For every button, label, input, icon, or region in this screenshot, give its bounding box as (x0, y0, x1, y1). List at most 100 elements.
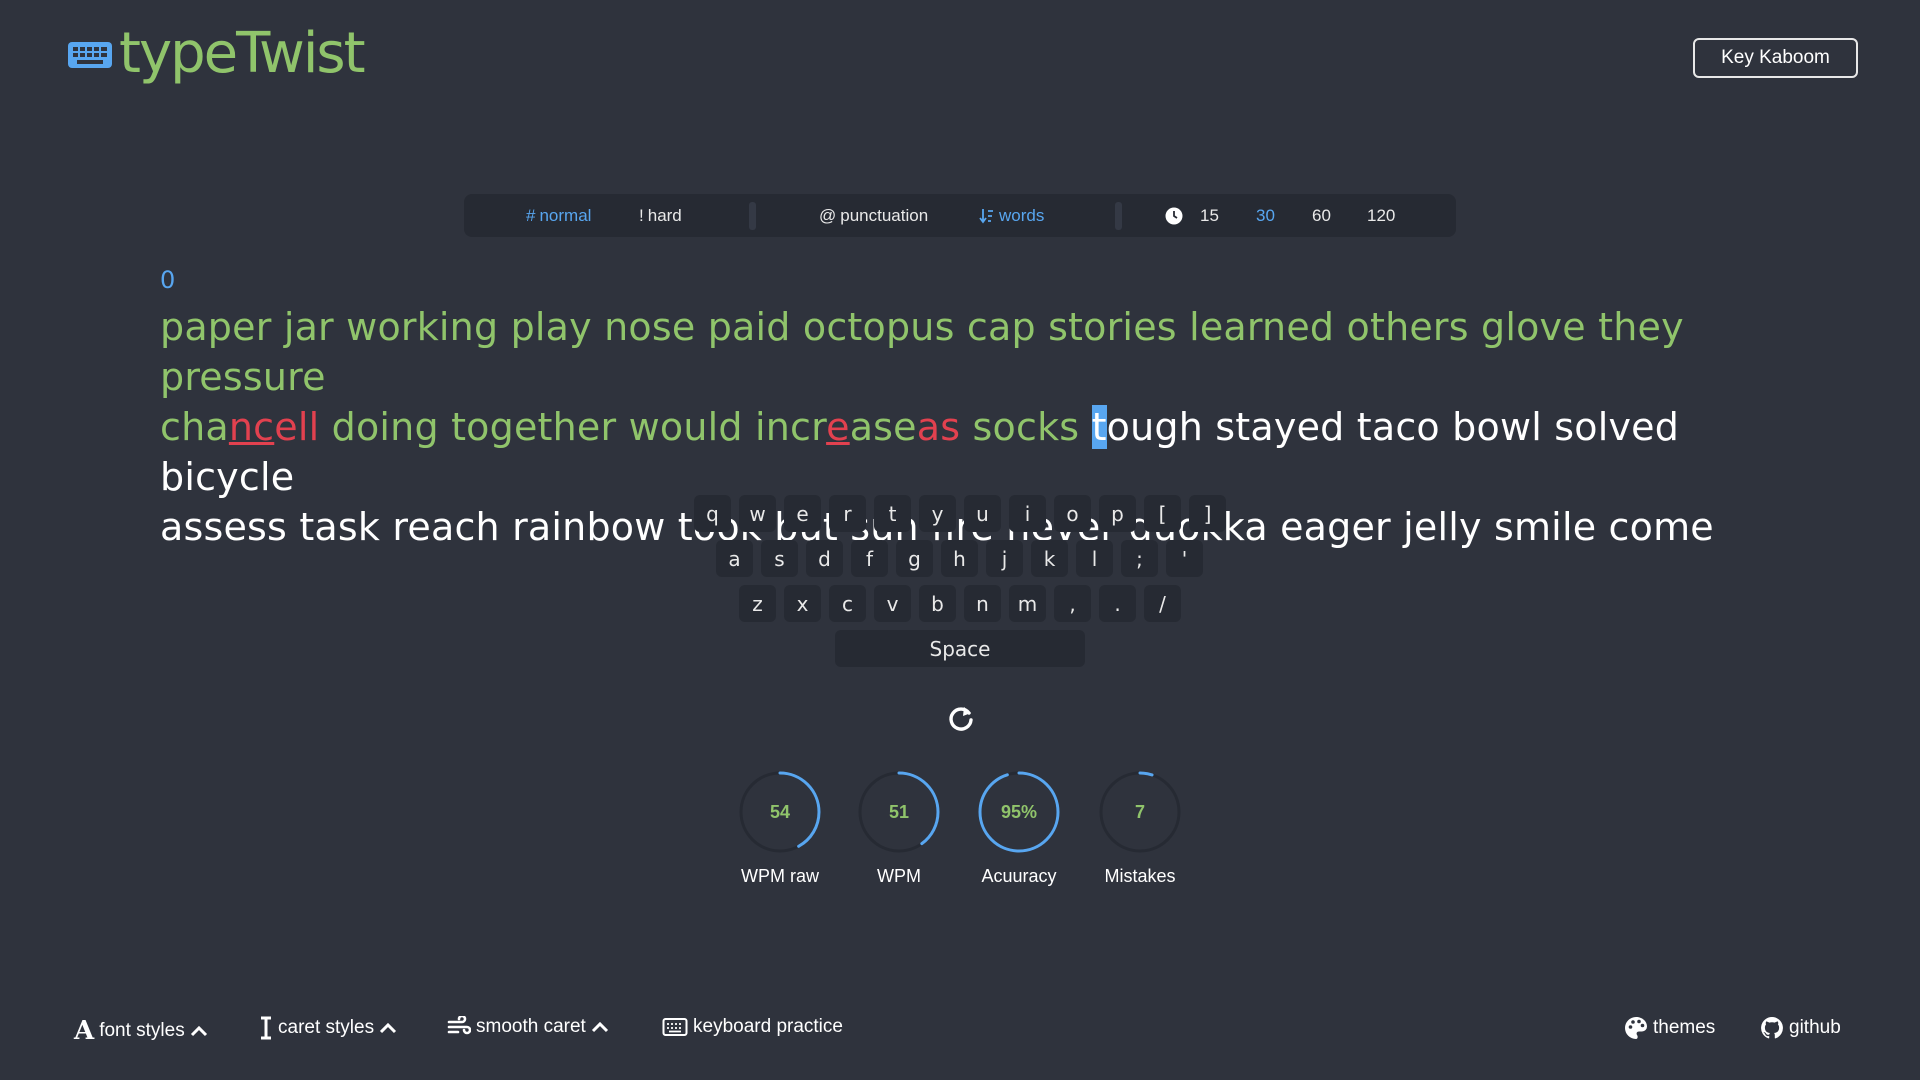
themes-label: themes (1653, 1017, 1716, 1038)
stat-acuuracy: 95% Acuuracy (959, 770, 1079, 887)
key-symbol[interactable]: / (1144, 585, 1181, 622)
mode-hard-button[interactable]: ! hard (639, 206, 682, 226)
key-symbol[interactable]: . (1099, 585, 1136, 622)
key-u[interactable]: u (964, 495, 1001, 532)
progress-ring: 54 (738, 770, 822, 854)
key-i[interactable]: i (1009, 495, 1046, 532)
github-label: github (1789, 1017, 1841, 1038)
key-kaboom-button[interactable]: Key Kaboom (1693, 38, 1858, 78)
typed-word: octopus (802, 305, 955, 349)
key-v[interactable]: v (874, 585, 911, 622)
key-j[interactable]: j (986, 540, 1023, 577)
typed-word: paid (707, 305, 791, 349)
key-k[interactable]: k (1031, 540, 1068, 577)
typed-word: glove (1481, 305, 1586, 349)
incorrect-letters: e (826, 405, 850, 449)
exclamation-icon: ! (639, 205, 644, 225)
typed-word: socks (972, 405, 1080, 449)
key-q[interactable]: q (694, 495, 731, 532)
text-line-2: chancell doing together would increaseas… (160, 402, 1760, 502)
keyboard-row-space: Space (835, 630, 1085, 670)
keyboard-icon (662, 1018, 688, 1036)
key-n[interactable]: n (964, 585, 1001, 622)
key-x[interactable]: x (784, 585, 821, 622)
github-link[interactable]: github (1760, 1016, 1841, 1040)
key-symbol[interactable]: ] (1189, 495, 1226, 532)
incorrect-letters: nc (228, 405, 275, 449)
mode-toolbar: # normal ! hard @ punctuation words 15 3… (464, 194, 1456, 237)
hash-icon: # (526, 205, 536, 225)
keyboard-practice-link[interactable]: keyboard practice (662, 1016, 843, 1038)
time-30-button[interactable]: 30 (1256, 206, 1275, 226)
key-symbol[interactable]: ; (1121, 540, 1158, 577)
extra-letters: as (916, 405, 961, 449)
font-icon: A (74, 1016, 95, 1046)
stat-wpm: 51 WPM (839, 770, 959, 887)
text-cursor-icon (261, 1016, 271, 1040)
stat-label: WPM raw (741, 866, 819, 886)
key-space[interactable]: Space (835, 630, 1085, 667)
time-120-button[interactable]: 120 (1367, 206, 1395, 226)
key-o[interactable]: o (1054, 495, 1091, 532)
punctuation-toggle[interactable]: @ punctuation (819, 206, 928, 226)
typed-word: jar (283, 305, 334, 349)
keyboard-row-2: a s d f g h j k l; ' (716, 540, 1203, 580)
key-d[interactable]: d (806, 540, 843, 577)
sort-icon (979, 208, 993, 223)
current-word: tough (1091, 405, 1203, 449)
themes-link[interactable]: themes (1624, 1016, 1715, 1040)
typed-word: cap (966, 305, 1036, 349)
key-p[interactable]: p (1099, 495, 1136, 532)
stat-wpm-raw: 54 WPM raw (720, 770, 840, 887)
key-r[interactable]: r (829, 495, 866, 532)
time-60-button[interactable]: 60 (1312, 206, 1331, 226)
upcoming-word: stayed (1215, 405, 1345, 449)
key-z[interactable]: z (739, 585, 776, 622)
github-icon (1761, 1017, 1783, 1039)
words-toggle[interactable]: words (979, 206, 1044, 226)
key-w[interactable]: w (739, 495, 776, 532)
smooth-caret-label: smooth caret (476, 1016, 586, 1037)
key-symbol[interactable]: ' (1166, 540, 1203, 577)
text-line-1: paper jar working play nose paid octopus… (160, 302, 1760, 402)
key-c[interactable]: c (829, 585, 866, 622)
keyboard-practice-label: keyboard practice (693, 1016, 843, 1037)
keyboard-row-3: z x c v b n m,. / (739, 585, 1181, 625)
font-styles-menu[interactable]: A font styles (74, 1016, 208, 1046)
typed-word: they (1598, 305, 1684, 349)
key-m[interactable]: m (1009, 585, 1046, 622)
typed-word: pressure (160, 355, 326, 399)
key-s[interactable]: s (761, 540, 798, 577)
time-15-button[interactable]: 15 (1200, 206, 1219, 226)
smooth-caret-menu[interactable]: smooth caret (447, 1016, 609, 1038)
typed-word: working (346, 305, 499, 349)
key-symbol[interactable]: [ (1144, 495, 1181, 532)
palette-icon (1625, 1017, 1647, 1039)
key-t[interactable]: t (874, 495, 911, 532)
key-l[interactable]: l (1076, 540, 1113, 577)
punctuation-label: punctuation (840, 205, 929, 225)
stat-mistakes: 7 Mistakes (1080, 770, 1200, 887)
logo-text: typeTwist (119, 21, 366, 86)
key-b[interactable]: b (919, 585, 956, 622)
wind-icon (447, 1016, 471, 1035)
app-logo[interactable]: typeTwist (67, 21, 366, 86)
correct-letters: ase (849, 405, 917, 449)
key-f[interactable]: f (851, 540, 888, 577)
upcoming-word: solved (1554, 405, 1680, 449)
chevron-up-icon (380, 1022, 397, 1034)
clock-icon (1165, 207, 1183, 225)
mode-normal-button[interactable]: # normal (526, 206, 591, 226)
key-h[interactable]: h (941, 540, 978, 577)
key-e[interactable]: e (784, 495, 821, 532)
typed-word: doing (331, 405, 439, 449)
progress-ring: 51 (857, 770, 941, 854)
key-g[interactable]: g (896, 540, 933, 577)
restart-icon[interactable] (946, 704, 976, 734)
key-a[interactable]: a (716, 540, 753, 577)
keyboard-icon (68, 42, 112, 68)
caret-styles-menu[interactable]: caret styles (259, 1016, 397, 1040)
typed-word: learned (1189, 305, 1335, 349)
key-symbol[interactable]: , (1054, 585, 1091, 622)
key-y[interactable]: y (919, 495, 956, 532)
